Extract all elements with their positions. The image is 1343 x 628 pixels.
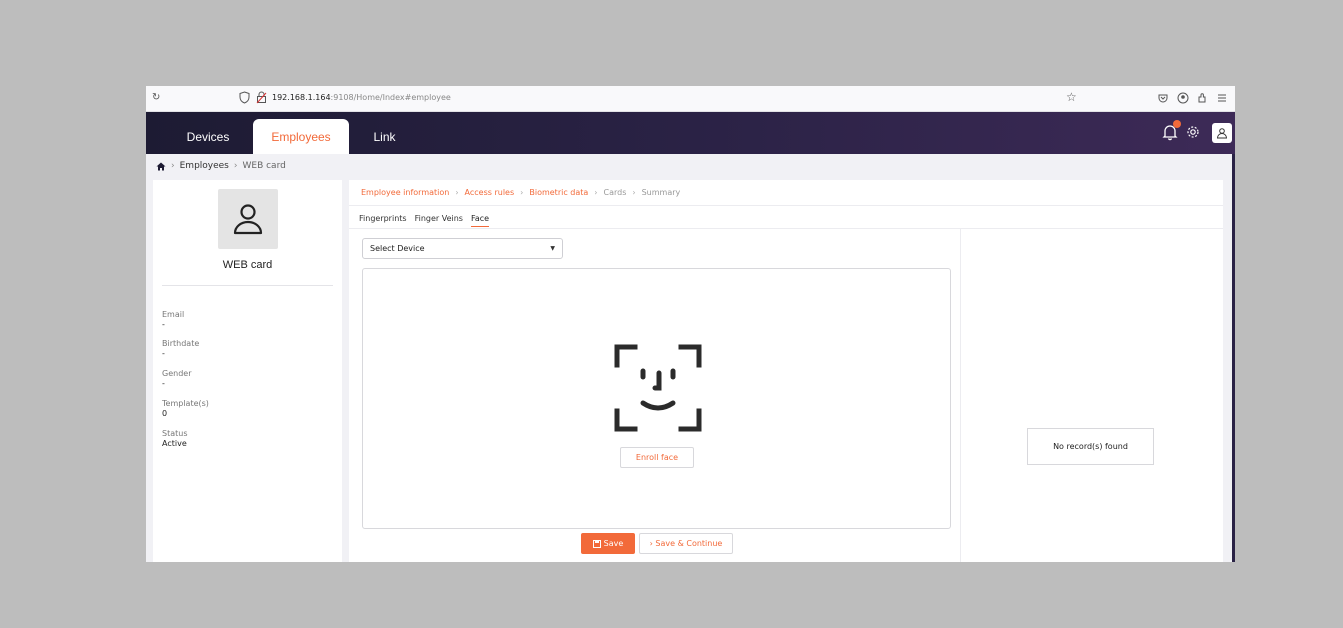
enroll-face-button[interactable]: Enroll face [620, 447, 694, 468]
app-navbar: Devices Employees Link [146, 112, 1235, 154]
breadcrumb-current: WEB card [242, 161, 286, 171]
breadcrumb-separator: › [171, 161, 175, 171]
browser-toolbar: ↻ 192.168.1.164:9108/Home/Index#employee… [146, 86, 1235, 112]
save-continue-button[interactable]: › Save & Continue [639, 533, 733, 554]
field-status: Status Active [162, 429, 188, 449]
step-arrow: › [455, 188, 459, 197]
lock-warning-icon[interactable] [256, 91, 267, 104]
floppy-icon [592, 539, 601, 548]
url-bar[interactable]: 192.168.1.164:9108/Home/Index#employee [272, 93, 451, 102]
extensions-icon[interactable] [1196, 92, 1208, 104]
step-arrow: › [520, 188, 524, 197]
shield-icon[interactable] [239, 91, 250, 104]
field-value: - [162, 349, 165, 358]
tab-devices[interactable]: Devices [168, 119, 248, 154]
field-birthdate: Birthdate - [162, 339, 199, 359]
employee-profile-card: WEB card Email - Birthdate - Gender - Templ… [153, 180, 342, 562]
subtab-fingerprints[interactable]: Fingerprints [359, 214, 407, 227]
field-label: Birthdate [162, 339, 200, 348]
tab-label: Devices [186, 129, 230, 144]
field-value: Active [162, 439, 187, 448]
user-avatar-icon [233, 204, 263, 235]
subtab-finger-veins[interactable]: Finger Veins [415, 214, 463, 227]
step-cards[interactable]: Cards [604, 188, 627, 197]
field-gender: Gender - [162, 369, 191, 389]
divider [349, 228, 1223, 229]
subtab-face[interactable]: Face [470, 214, 490, 227]
field-templates: Template(s) 0 [162, 399, 209, 419]
panel-divider [960, 228, 961, 562]
pocket-icon[interactable] [1157, 92, 1169, 104]
field-label: Gender [162, 369, 192, 378]
avatar [218, 189, 278, 249]
field-value: - [162, 379, 165, 388]
account-icon[interactable] [1177, 92, 1189, 104]
user-icon [1216, 128, 1228, 139]
step-summary[interactable]: Summary [642, 188, 681, 197]
save-button[interactable]: Save [581, 533, 635, 554]
step-biometric-data[interactable]: Biometric data [529, 188, 588, 197]
step-access-rules[interactable]: Access rules [465, 188, 515, 197]
menu-icon[interactable] [1216, 92, 1228, 104]
notification-badge [1173, 120, 1181, 128]
breadcrumb-employees[interactable]: Employees [180, 161, 229, 171]
bookmark-star-icon[interactable]: ☆ [1066, 90, 1077, 104]
step-arrow: › [594, 188, 598, 197]
biometric-subtabs: Fingerprints Finger Veins Face [359, 214, 490, 227]
field-value: - [162, 320, 165, 329]
field-value: 0 [162, 409, 168, 418]
tab-employees[interactable]: Employees [253, 119, 349, 154]
field-label: Email [162, 310, 185, 319]
device-select[interactable]: Select Device ▼ [362, 238, 563, 259]
save-button-label: Save [603, 539, 624, 548]
breadcrumb: › Employees › WEB card [156, 161, 286, 171]
gear-icon[interactable] [1186, 125, 1200, 139]
breadcrumb-separator: › [233, 161, 238, 171]
divider [349, 205, 1223, 206]
content-area: › Employees › WEB card WEB card Email - B… [146, 154, 1235, 562]
face-capture-area: Enroll face [362, 268, 951, 529]
field-label: Status [162, 429, 188, 438]
step-employee-information[interactable]: Employee information [361, 188, 449, 197]
empty-records-message: No record(s) found [1027, 428, 1154, 465]
url-path: :9108/Home/Index#employee [330, 93, 451, 102]
url-host: 192.168.1.164 [272, 93, 331, 102]
field-email: Email - [162, 310, 184, 330]
chevron-down-icon: ▼ [550, 245, 555, 252]
tab-link[interactable]: Link [361, 119, 408, 154]
employee-name: WEB card [222, 259, 273, 271]
tab-label: Employees [271, 129, 331, 144]
browser-window: ↻ 192.168.1.164:9108/Home/Index#employee… [146, 86, 1235, 562]
reload-icon[interactable]: ↻ [152, 92, 160, 103]
field-label: Template(s) [162, 399, 209, 408]
divider [162, 285, 333, 286]
face-scan-icon [614, 344, 702, 432]
home-icon[interactable] [156, 162, 166, 171]
wizard-steps: Employee information › Access rules › Bi… [361, 188, 680, 197]
device-select-value: Select Device [370, 244, 425, 253]
step-arrow: › [632, 188, 636, 197]
tab-label: Link [373, 129, 396, 144]
user-menu-button[interactable] [1212, 123, 1232, 143]
enrollment-card: Employee information › Access rules › Bi… [349, 180, 1223, 562]
